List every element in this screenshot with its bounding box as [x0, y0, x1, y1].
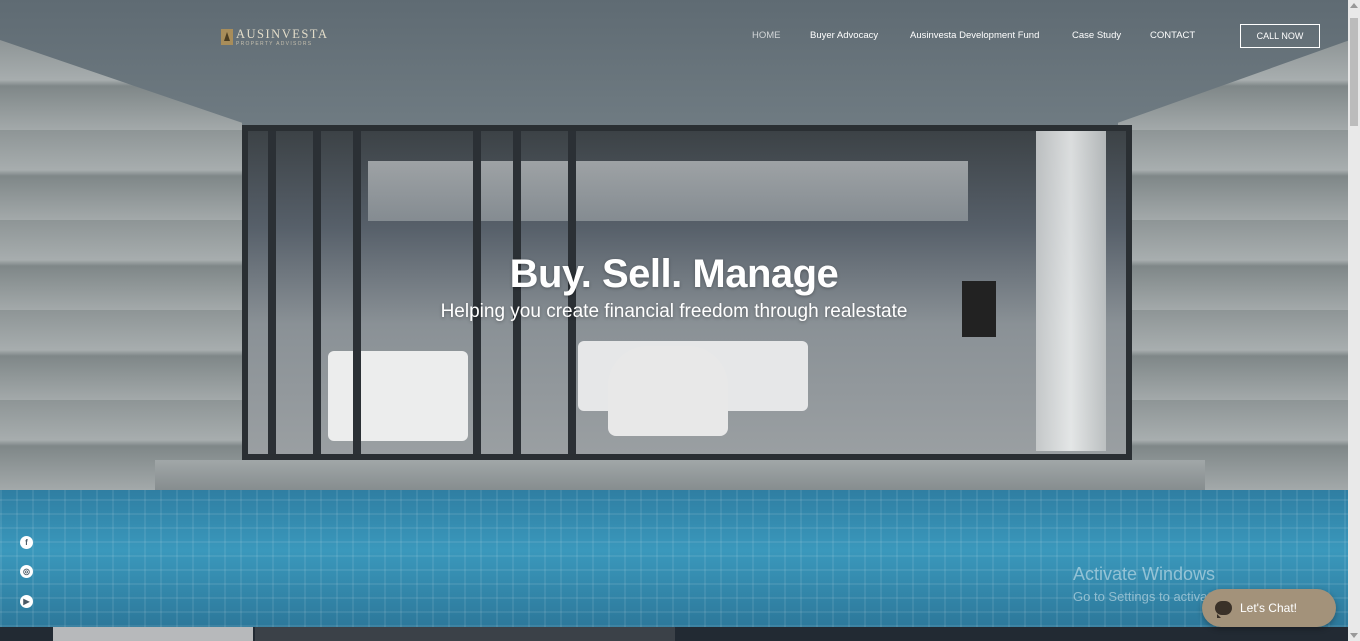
- chat-label: Let's Chat!: [1240, 601, 1297, 615]
- nav-development-fund[interactable]: Ausinvesta Development Fund: [910, 30, 1039, 41]
- call-now-button[interactable]: CALL NOW: [1240, 24, 1320, 48]
- scroll-down-arrow-icon[interactable]: [1350, 633, 1358, 638]
- hero-subtitle: Helping you create financial freedom thr…: [440, 301, 908, 322]
- activate-windows-title: Activate Windows: [1073, 564, 1216, 584]
- chat-button[interactable]: Let's Chat!: [1202, 589, 1336, 627]
- scroll-thumb[interactable]: [1350, 18, 1358, 126]
- nav-buyer-advocacy[interactable]: Buyer Advocacy: [810, 30, 878, 41]
- nav-case-study[interactable]: Case Study: [1072, 30, 1121, 41]
- youtube-icon[interactable]: ▶: [20, 595, 33, 608]
- logo-subtitle: PROPERTY ADVISORS: [236, 40, 313, 47]
- chat-bubble-icon: [1215, 601, 1232, 618]
- facebook-icon[interactable]: f: [20, 536, 33, 549]
- logo-mark-icon: [221, 29, 233, 46]
- page-scrollbar[interactable]: [1348, 0, 1360, 641]
- site-logo[interactable]: AUSINVESTA PROPERTY ADVISORS: [221, 28, 328, 47]
- scroll-up-arrow-icon[interactable]: [1350, 3, 1358, 8]
- nav-home[interactable]: HOME: [752, 30, 781, 41]
- nav-contact[interactable]: CONTACT: [1150, 30, 1195, 41]
- ceiling: [0, 0, 1360, 125]
- hero-title: Buy. Sell. Manage: [509, 252, 839, 296]
- logo-name: AUSINVESTA: [236, 27, 329, 41]
- instagram-icon[interactable]: ◎: [20, 565, 33, 578]
- next-section-strip: [0, 627, 1360, 641]
